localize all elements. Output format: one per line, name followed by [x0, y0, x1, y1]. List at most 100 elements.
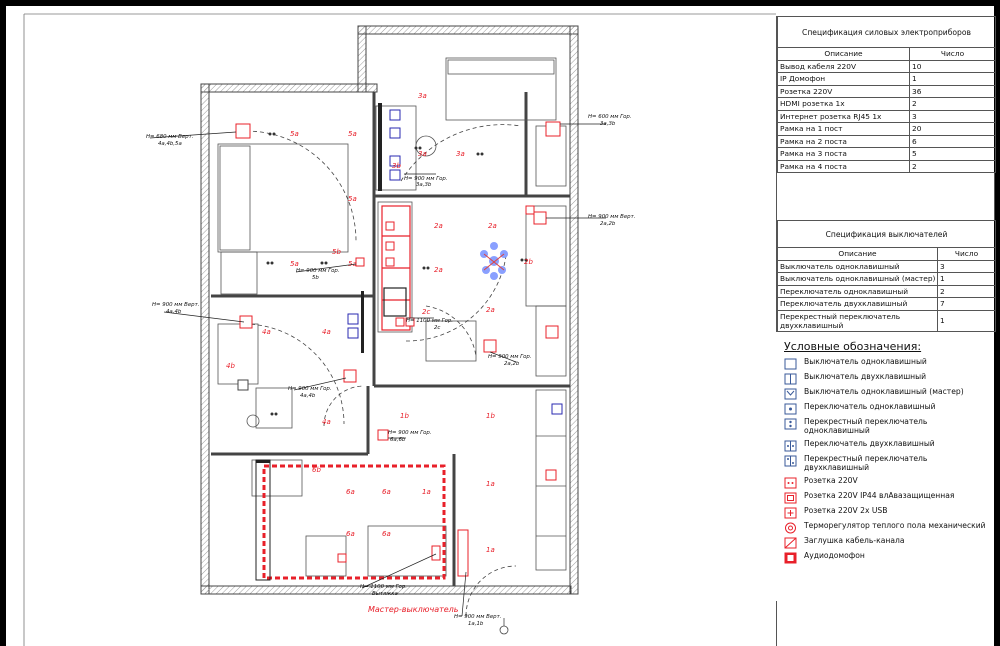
table-row: Рамка на 3 поста 5 — [777, 147, 997, 161]
chandelier — [480, 242, 508, 280]
bathroom-outline — [255, 459, 446, 581]
table-row: Рамка на 2 поста 6 — [777, 134, 997, 148]
spec-panel: Спецификация силовых электроприборов Опи… — [776, 16, 997, 332]
room-label: 4b — [226, 362, 235, 370]
room-label: 4a — [322, 328, 331, 336]
room-label: 3a — [418, 92, 427, 100]
intercom-icon — [784, 552, 797, 564]
socket-ip44-icon — [784, 492, 797, 504]
room-label: 6a — [382, 530, 391, 538]
callout-line1: H= 680 мм Верт. — [146, 134, 193, 140]
room-label: 4a — [322, 418, 331, 426]
table-row: HDMI розетка 1х 2 — [777, 97, 997, 111]
callout-line2: 4a,4b — [166, 309, 182, 315]
legend-item: Переключатель двухклавишный — [784, 439, 994, 454]
room-label: 2c — [422, 308, 430, 316]
callout-line1: H= 900 мм Гор. — [388, 430, 432, 436]
room-label: 5a — [290, 130, 299, 138]
switch-master-icon — [784, 388, 797, 400]
callout-line1: H= 900 мм Верт. — [454, 614, 501, 620]
room-label: 1a — [486, 480, 495, 488]
legend-item: Переключатель одноклавишный — [784, 402, 994, 417]
table-row: Выключатель одноклавишный (мастер) 1 — [777, 272, 997, 286]
room-label: 6a — [346, 530, 355, 538]
room-label: 1b — [486, 412, 495, 420]
callout-line2: 2a,2b — [504, 361, 520, 367]
table-row: Рамка на 1 пост 20 — [777, 122, 997, 136]
door-swings — [243, 124, 522, 617]
legend-item: Выключатель двухклавишный — [784, 372, 994, 387]
room-label: 2a — [488, 222, 497, 230]
spec-switch-table: Спецификация выключателей Описание Число … — [776, 220, 997, 332]
table-row: Вывод кабеля 220V 10 — [777, 59, 997, 73]
table-row: Переключатель одноклавишный 2 — [777, 284, 997, 298]
room-label: 2a — [434, 266, 443, 274]
callout-line2: Вытяжка — [372, 591, 398, 597]
spec-power-table: Спецификация силовых электроприборов Опи… — [776, 16, 997, 173]
legend-item: Аудиодомофон — [784, 551, 994, 566]
cross-switch-single-icon — [784, 418, 797, 430]
legend: Условные обозначения: Выключатель однокл… — [784, 340, 994, 566]
callout-line1: H= 900 мм Верт. — [588, 214, 635, 220]
room-label: 2a — [434, 222, 443, 230]
table-row: Переключатель двухклавишный 7 — [777, 297, 997, 311]
room-label: 5a — [290, 260, 299, 268]
callout-line2: 2a,2b — [600, 221, 616, 227]
callout-line1: H= 900 мм Гор. — [288, 386, 332, 392]
callout-line2: 5b — [312, 275, 319, 281]
switch-single-icon — [784, 358, 797, 370]
legend-item: Выключатель одноклавишный — [784, 357, 994, 372]
master-switch-label: Мастер-выключатель — [368, 605, 459, 614]
table-row: Интернет розетка RJ45 1х 3 — [777, 109, 997, 123]
callout-line2: 3a,3b — [416, 182, 432, 188]
legend-item: Выключатель одноклавишный (мастер) — [784, 387, 994, 402]
callout-texts: H= 680 мм Верт. 4a,4b,5a H= 900 мм Гор. … — [146, 114, 635, 627]
room-label: 3a — [456, 150, 465, 158]
entry-arrow — [499, 618, 509, 635]
room-label: 2a — [486, 306, 495, 314]
screenshot-frame: 5a 5a 5a 5a 5a 4a 4a 4a 3a 3a 3a 2a 2a 2… — [0, 0, 1000, 646]
callout-line2: 2c — [434, 325, 440, 331]
callout-line1: H= 900 мм Верт. — [152, 302, 199, 308]
table-row: Рамка на 4 поста 2 — [777, 159, 997, 173]
table-row: Перекрестный переключатель двухклавишный… — [777, 309, 997, 332]
room-label: 6b — [312, 466, 321, 474]
thermostat-icon — [785, 522, 796, 534]
callout-line1: H= 600 мм Гор. — [588, 114, 632, 120]
callout-line1: H= 1100 мм Гор. — [360, 584, 407, 590]
col-desc-header: Описание — [777, 47, 910, 61]
room-label: 6a — [382, 488, 391, 496]
room-label: 5a — [348, 130, 357, 138]
floor-plan: 5a 5a 5a 5a 5a 4a 4a 4a 3a 3a 3a 2a 2a 2… — [23, 13, 776, 646]
room-label: 3a — [418, 150, 427, 158]
toggle-single-icon — [784, 403, 797, 415]
room-label: 2b — [524, 258, 533, 266]
room-label: 6a — [346, 488, 355, 496]
legend-item: Розетка 220V 2x USB — [784, 506, 994, 521]
room-label: 4a — [262, 328, 271, 336]
legend-item: Перекрестный переключатель двухклавишный — [784, 454, 994, 476]
socket-220-icon — [784, 477, 797, 489]
legend-title: Условные обозначения: — [784, 340, 922, 353]
table-row: IP Домофон 1 — [777, 72, 997, 86]
drawing-sheet: 5a 5a 5a 5a 5a 4a 4a 4a 3a 3a 3a 2a 2a 2… — [6, 6, 997, 646]
cross-switch-double-icon — [784, 455, 797, 467]
callout-line1: H= 900 мм Гор. — [488, 354, 532, 360]
callout-line1: H= 1100 мм Гор. — [406, 318, 453, 324]
callout-line2: 4a,4b,5a — [158, 141, 182, 147]
col-desc-header: Описание — [777, 247, 938, 261]
table-row: Розетка 220V 36 — [777, 84, 997, 98]
room-label: 1a — [422, 488, 431, 496]
col-count-header: Число — [936, 247, 997, 261]
room-label: 5b — [332, 248, 341, 256]
callout-line2: 1a,1b — [468, 621, 484, 627]
room-label: 3b — [392, 162, 401, 170]
toggle-double-icon — [784, 440, 797, 452]
legend-item: Терморегулятор теплого пола механический — [784, 521, 994, 536]
table-row: Выключатель одноклавишный 3 — [777, 259, 997, 273]
callout-line1: H= 900 мм Гор. — [296, 268, 340, 274]
spec-power-title: Спецификация силовых электроприборов — [776, 16, 997, 48]
callout-line2: 6a,6b — [390, 437, 406, 443]
spec-switch-title: Спецификация выключателей — [776, 220, 997, 248]
col-count-header: Число — [908, 47, 997, 61]
